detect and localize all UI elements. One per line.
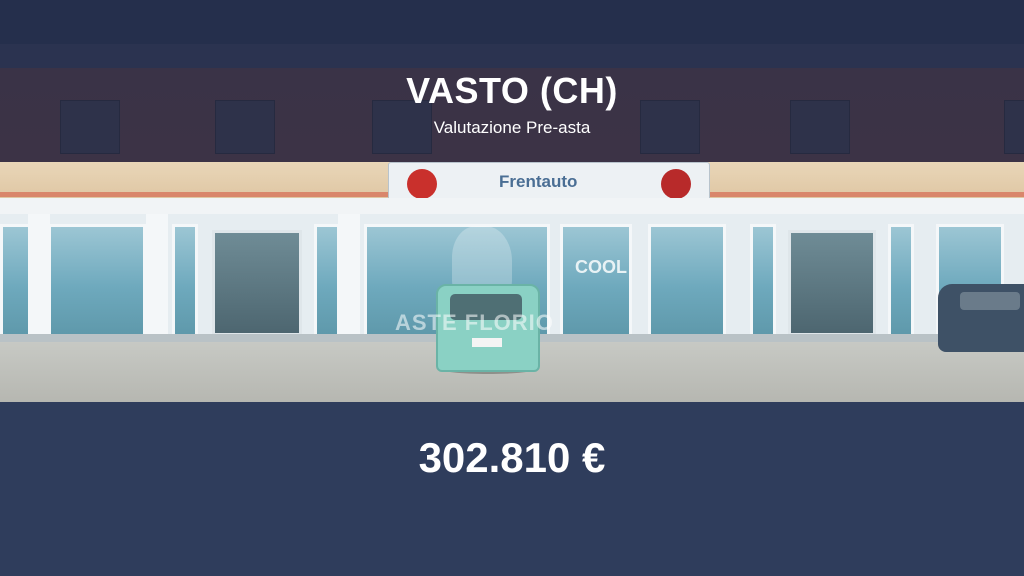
showroom-window [172,224,198,340]
watermark-text: ASTE FLORIO [395,310,554,335]
dealer-sign-text: Frentauto [499,172,578,191]
abarth-logo-icon [407,169,437,199]
car-window [960,292,1020,310]
entrance-door [212,230,302,336]
car-plate [472,338,502,347]
facade-band [0,0,1024,44]
showroom-window: COOL [560,224,632,340]
store-banner: COOL [575,257,627,277]
showroom-window [750,224,776,340]
fiat-logo-icon [661,169,691,199]
showroom-window [888,224,914,340]
property-photo: Frentauto COOL ASTE FLORIO [0,162,1024,402]
showroom-window [314,224,340,340]
valuation-subtitle: Valutazione Pre-asta [433,118,591,137]
price-value: 302.810 € [418,434,606,481]
facade-ledge [0,44,1024,68]
showroom-window [648,224,726,340]
showroom-window [48,224,146,340]
parked-car [938,284,1024,352]
entrance-door [788,230,876,336]
pillar [338,214,360,334]
pillar [146,214,168,334]
pillar [28,214,50,334]
location-title: VASTO (CH) [406,70,618,111]
